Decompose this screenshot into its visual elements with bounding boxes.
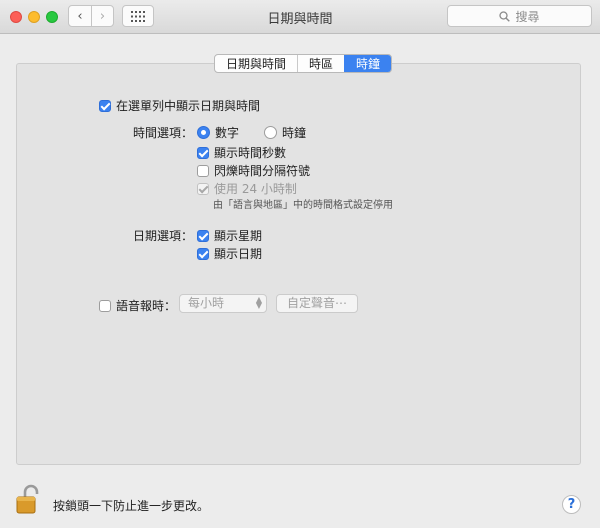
show-date-label: 顯示日期 — [214, 247, 263, 261]
nav-buttons: ‹ › — [68, 5, 114, 27]
back-button[interactable]: ‹ — [69, 6, 91, 26]
chevron-left-icon: ‹ — [77, 8, 83, 24]
search-placeholder: 搜尋 — [515, 9, 540, 24]
analog-radio-row[interactable]: 時鐘 — [264, 124, 306, 141]
date-options-label: 日期選項： — [133, 229, 194, 243]
use-24-hour-row: 使用 24 小時制 — [197, 180, 297, 197]
search-input[interactable]: 搜尋 — [447, 5, 592, 27]
tab-date-time[interactable]: 日期與時間 — [215, 55, 297, 72]
zoom-button[interactable] — [46, 11, 58, 23]
digital-label: 數字 — [215, 126, 240, 140]
lock-icon[interactable] — [16, 484, 42, 514]
tab-bar: 日期與時間 時區 時鐘 — [214, 54, 393, 73]
help-icon: ? — [567, 497, 576, 512]
title-bar: ‹ › 日期與時間 搜尋 — [0, 0, 600, 34]
analog-radio[interactable] — [264, 126, 277, 139]
search-icon — [499, 10, 511, 22]
tab-time-zone[interactable]: 時區 — [297, 55, 344, 72]
use-24-hour-checkbox — [197, 183, 209, 195]
tab-clock[interactable]: 時鐘 — [344, 55, 392, 72]
close-button[interactable] — [10, 11, 22, 23]
show-weekday-row[interactable]: 顯示星期 — [197, 227, 262, 244]
announce-row[interactable]: 語音報時： — [99, 297, 176, 314]
show-seconds-row[interactable]: 顯示時間秒數 — [197, 144, 286, 161]
digital-radio-row[interactable]: 數字 — [197, 124, 239, 141]
announce-checkbox[interactable] — [99, 300, 111, 312]
customize-voice-button: 自定聲音⋯ — [276, 294, 358, 313]
analog-label: 時鐘 — [282, 126, 307, 140]
announce-interval-select: 每小時 ▲ ▼ — [179, 294, 267, 313]
grid-icon — [131, 10, 145, 22]
show-in-menubar-label: 在選單列中顯示日期與時間 — [116, 99, 261, 113]
time-options-label: 時間選項： — [133, 126, 194, 140]
show-date-row[interactable]: 顯示日期 — [197, 245, 262, 262]
announce-label: 語音報時： — [116, 299, 177, 313]
updown-chevron-icon: ▲ ▼ — [255, 295, 262, 310]
announce-interval-value: 每小時 — [188, 296, 225, 310]
forward-button[interactable]: › — [91, 6, 113, 26]
flash-separators-label: 閃爍時間分隔符號 — [214, 164, 311, 178]
show-weekday-label: 顯示星期 — [214, 229, 263, 243]
show-in-menubar-checkbox[interactable] — [99, 100, 111, 112]
flash-separators-row[interactable]: 閃爍時間分隔符號 — [197, 162, 310, 179]
digital-radio[interactable] — [197, 126, 210, 139]
help-button[interactable]: ? — [562, 495, 581, 514]
flash-separators-checkbox[interactable] — [197, 165, 209, 177]
show-all-button[interactable] — [122, 5, 154, 27]
show-weekday-checkbox[interactable] — [197, 230, 209, 242]
show-seconds-checkbox[interactable] — [197, 147, 209, 159]
show-seconds-label: 顯示時間秒數 — [214, 146, 287, 160]
show-date-checkbox[interactable] — [197, 248, 209, 260]
show-in-menubar-row[interactable]: 在選單列中顯示日期與時間 — [99, 97, 260, 114]
minimize-button[interactable] — [28, 11, 40, 23]
lock-hint-text: 按鎖頭一下防止進一步更改。 — [53, 499, 210, 513]
format-disabled-note: 由「語言與地區」中的時間格式設定停用 — [213, 200, 393, 211]
chevron-right-icon: › — [99, 8, 106, 24]
use-24-hour-label: 使用 24 小時制 — [214, 182, 297, 196]
